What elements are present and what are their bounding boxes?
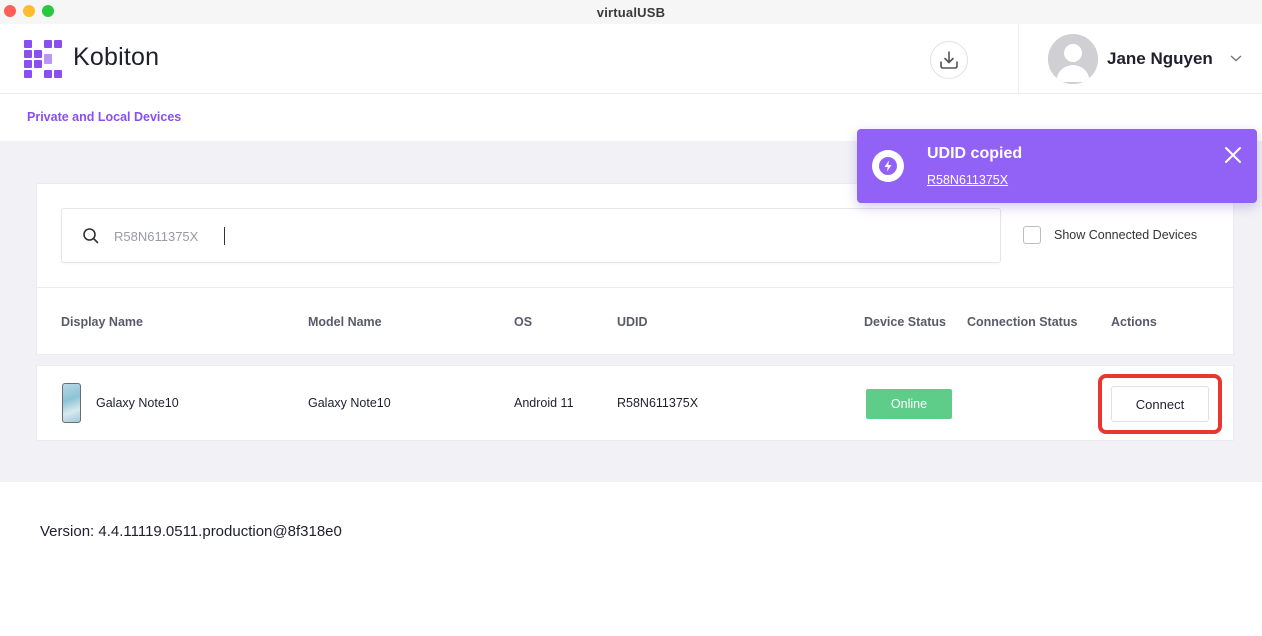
tab-private-local-devices[interactable]: Private and Local Devices — [27, 110, 181, 124]
minimize-window-button[interactable] — [23, 5, 35, 17]
close-window-button[interactable] — [4, 5, 16, 17]
cell-display-name: Galaxy Note10 — [96, 396, 179, 410]
table-row: Galaxy Note10 Galaxy Note10 Android 11 R… — [36, 365, 1234, 441]
show-connected-checkbox[interactable] — [1023, 226, 1041, 244]
column-header-display-name: Display Name — [61, 315, 143, 329]
cell-model-name: Galaxy Note10 — [308, 396, 391, 410]
column-header-os: OS — [514, 315, 533, 329]
toast-udid-link[interactable]: R58N611375X — [927, 173, 1008, 187]
show-connected-label[interactable]: Show Connected Devices — [1054, 228, 1197, 242]
toast-icon-circle — [872, 150, 904, 182]
cell-udid[interactable]: R58N611375X — [617, 396, 698, 410]
table-divider — [37, 287, 1233, 288]
version-text: Version: 4.4.11119.0511.production@8f318… — [40, 523, 342, 540]
text-caret — [224, 227, 225, 245]
devices-table-header-card: Show Connected Devices Display Name Mode… — [36, 183, 1234, 355]
title-bar: virtualUSB — [0, 0, 1262, 24]
app-window: virtualUSB Kobiton Jane Nguyen Private a… — [0, 0, 1262, 636]
download-button[interactable] — [930, 41, 968, 79]
close-icon[interactable] — [1223, 145, 1243, 165]
header-divider — [1018, 24, 1019, 94]
search-input[interactable] — [114, 226, 974, 246]
column-header-device-status: Device Status — [864, 315, 946, 329]
status-badge: Online — [866, 389, 952, 419]
column-header-actions: Actions — [1111, 315, 1157, 329]
window-controls — [4, 5, 54, 17]
connect-button[interactable]: Connect — [1111, 386, 1209, 422]
search-icon — [83, 228, 99, 244]
download-icon — [940, 51, 958, 69]
cell-os: Android 11 — [514, 396, 574, 410]
toast-title: UDID copied — [927, 145, 1023, 162]
user-name[interactable]: Jane Nguyen — [1107, 49, 1213, 69]
maximize-window-button[interactable] — [42, 5, 54, 17]
window-title: virtualUSB — [596, 4, 666, 20]
app-header: Kobiton Jane Nguyen — [0, 24, 1262, 94]
column-header-connection-status: Connection Status — [967, 315, 1078, 329]
user-avatar-icon — [1048, 34, 1098, 84]
column-header-udid: UDID — [617, 315, 648, 329]
brand-name: Kobiton — [73, 43, 160, 71]
kobiton-logo-icon — [24, 40, 62, 78]
search-box[interactable] — [61, 208, 1001, 263]
toast-notification: UDID copied R58N611375X — [857, 129, 1257, 203]
device-thumbnail — [62, 383, 81, 423]
avatar[interactable] — [1048, 34, 1098, 84]
lightning-icon — [879, 157, 897, 175]
column-header-model-name: Model Name — [308, 315, 382, 329]
chevron-down-icon[interactable] — [1229, 53, 1243, 63]
